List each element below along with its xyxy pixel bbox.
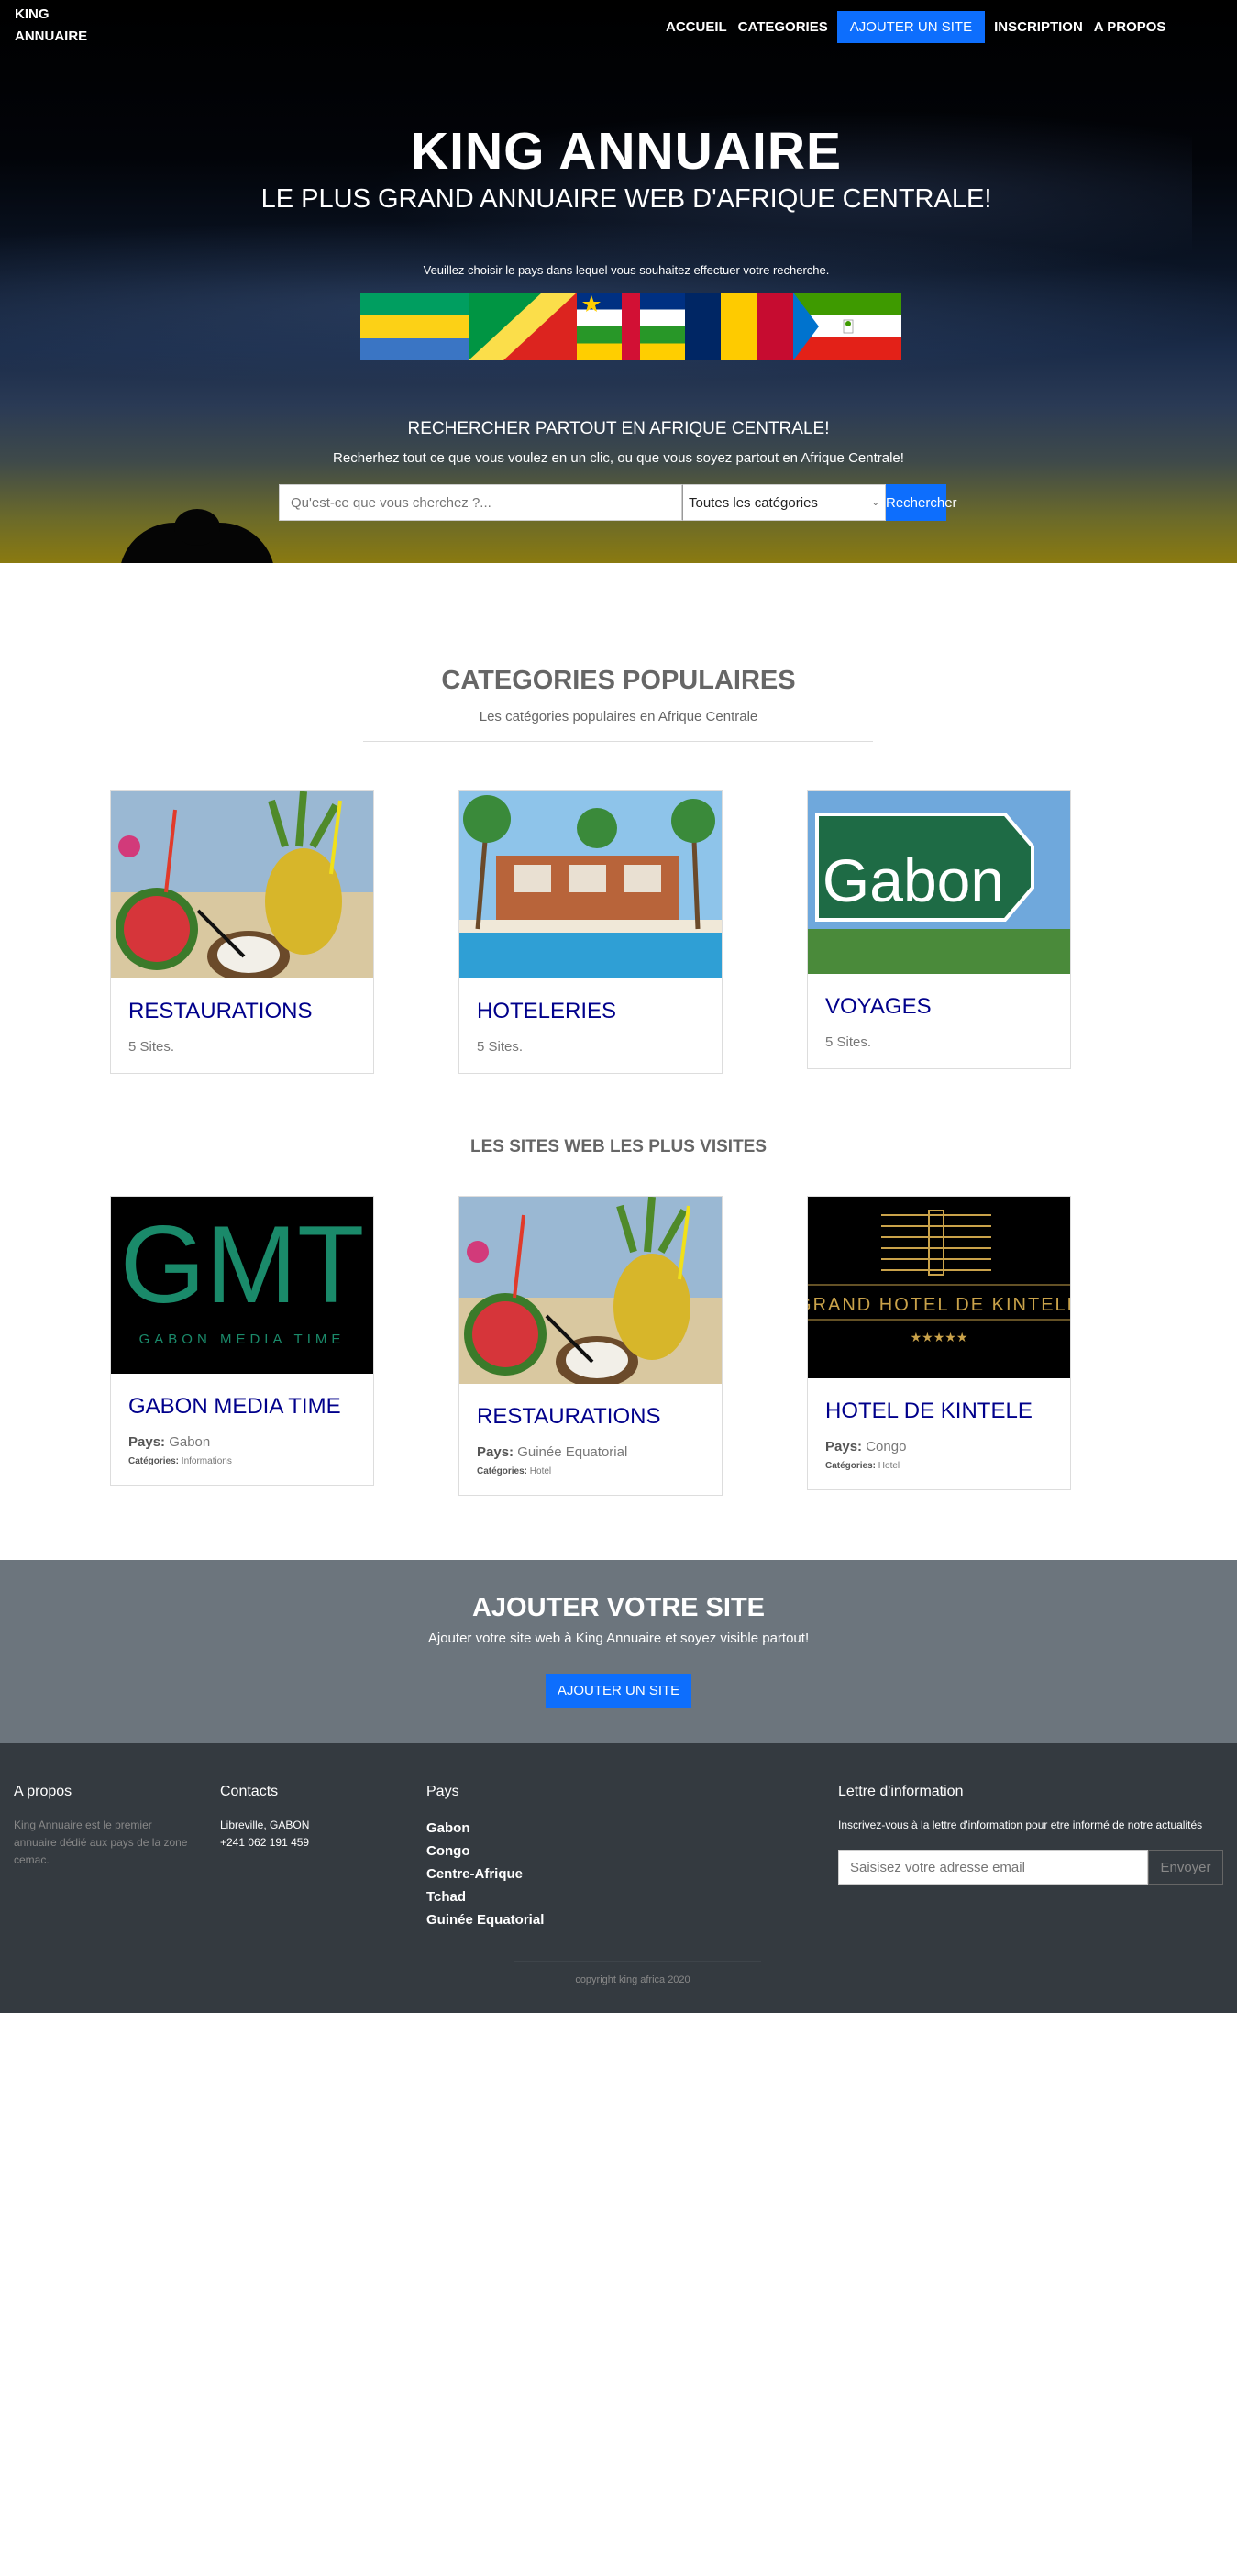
footer-about-title: A propos: [14, 1784, 72, 1799]
card-title[interactable]: RESTAURATIONS: [477, 1404, 704, 1430]
footer-about: A propos King Annuaire est le premier an…: [14, 1784, 188, 1869]
search-button[interactable]: Rechercher: [886, 484, 957, 521]
nav-categories[interactable]: CATEGORIES: [733, 12, 834, 42]
flag-tchad-icon[interactable]: [685, 293, 793, 360]
visits-title: LES SITES WEB LES PLUS VISITES: [469, 1137, 768, 1156]
footer-newsletter-text: Inscrivez-vous à la lettre d'information…: [838, 1819, 1203, 1831]
gmt-logo-image: GMT GABON MEDIA TIME: [111, 1197, 373, 1374]
nav-inscription[interactable]: INSCRIPTION: [988, 12, 1088, 42]
categories-subtitle: Les catégories populaires en Afrique Cen…: [479, 709, 758, 724]
gmt-logo-subtext: GABON MEDIA TIME: [139, 1332, 346, 1347]
footer-country-link[interactable]: Tchad: [426, 1885, 628, 1908]
footer-countries: Pays Gabon Congo Centre-Afrique Tchad Gu…: [426, 1784, 628, 1931]
site-card-hotel-de-kintele[interactable]: GRAND HOTEL DE KINTELE ★★★★★ HOTEL DE KI…: [807, 1196, 1071, 1490]
footer-newsletter-title: Lettre d'information: [838, 1784, 964, 1799]
add-site-section: AJOUTER VOTRE SITE Ajouter votre site we…: [0, 1560, 1237, 1743]
footer-address: Libreville, GABON: [220, 1819, 310, 1831]
search-bar: Toutes les catégories ⌄ Rechercher: [279, 484, 957, 521]
divider: [363, 741, 873, 742]
footer-phone: +241 062 191 459: [220, 1836, 310, 1849]
categories-title: CATEGORIES POPULAIRES: [441, 666, 796, 695]
footer: A propos King Annuaire est le premier an…: [0, 1743, 1237, 2013]
country-choose-text: Veuillez choisir le pays dans lequel vou…: [423, 263, 830, 277]
card-category: Catégories: Informations: [128, 1456, 232, 1466]
category-select-value: Toutes les catégories: [689, 494, 818, 511]
nav-accueil[interactable]: ACCUEIL: [660, 12, 733, 42]
nav-ajouter-site[interactable]: AJOUTER UN SITE: [836, 11, 986, 43]
footer-about-text: King Annuaire est le premier annuaire dé…: [14, 1819, 188, 1866]
card-count: 5 Sites.: [128, 1039, 175, 1055]
hero-subtitle: LE PLUS GRAND ANNUAIRE WEB D'AFRIQUE CEN…: [260, 184, 992, 214]
brand-logo[interactable]: KING ANNUAIRE: [15, 4, 97, 48]
add-site-title: AJOUTER VOTRE SITE: [471, 1593, 766, 1622]
restaurations-image: [459, 1197, 722, 1384]
voyages-sign-text: Gabon: [823, 846, 1004, 914]
site-card-restaurations[interactable]: RESTAURATIONS Pays: Guinée Equatorial Ca…: [458, 1196, 723, 1496]
hero-title: KING ANNUAIRE: [410, 122, 843, 181]
category-select[interactable]: Toutes les catégories ⌄: [682, 484, 886, 521]
card-country: Pays: Congo: [825, 1439, 907, 1454]
divider: [514, 1961, 761, 1962]
card-category: Catégories: Hotel: [477, 1466, 552, 1476]
footer-contacts-title: Contacts: [220, 1784, 279, 1799]
card-title[interactable]: VOYAGES: [825, 994, 1053, 1020]
footer-newsletter: Lettre d'information Inscrivez-vous à la…: [838, 1784, 1223, 1885]
restaurations-image: [111, 791, 373, 978]
card-count: 5 Sites.: [477, 1039, 524, 1055]
kintele-logo-image: GRAND HOTEL DE KINTELE ★★★★★: [808, 1197, 1070, 1378]
navbar: KING ANNUAIRE ACCUEIL CATEGORIES AJOUTER…: [0, 0, 1237, 55]
card-title[interactable]: RESTAURATIONS: [128, 999, 356, 1024]
send-button[interactable]: Envoyer: [1148, 1850, 1223, 1885]
country-flags: [360, 293, 901, 360]
copyright-text: copyright king africa 2020: [575, 1974, 690, 1985]
category-card-voyages[interactable]: Gabon VOYAGES 5 Sites.: [807, 790, 1071, 1069]
search-input[interactable]: [279, 484, 682, 521]
footer-country-link[interactable]: Guinée Equatorial: [426, 1908, 628, 1931]
card-country: Pays: Guinée Equatorial: [477, 1444, 628, 1460]
card-title[interactable]: GABON MEDIA TIME: [128, 1394, 356, 1420]
footer-contacts: Contacts Libreville, GABON +241 062 191 …: [220, 1784, 403, 1852]
footer-countries-title: Pays: [426, 1784, 459, 1799]
nav-menu: ACCUEIL CATEGORIES AJOUTER UN SITE INSCR…: [660, 11, 1171, 43]
card-count: 5 Sites.: [825, 1034, 872, 1050]
footer-country-link[interactable]: Centre-Afrique: [426, 1863, 628, 1885]
add-site-button[interactable]: AJOUTER UN SITE: [545, 1674, 692, 1708]
email-field[interactable]: [838, 1850, 1148, 1885]
tree-silhouette: [174, 509, 220, 546]
footer-country-link[interactable]: Gabon: [426, 1817, 628, 1840]
nav-a-propos[interactable]: A PROPOS: [1088, 12, 1172, 42]
search-subtitle: Recherhez tout ce que vous voulez en un …: [333, 450, 904, 466]
card-category: Catégories: Hotel: [825, 1461, 900, 1471]
flag-centre-afrique-icon[interactable]: [577, 293, 685, 360]
site-card-gabon-media-time[interactable]: GMT GABON MEDIA TIME GABON MEDIA TIME Pa…: [110, 1196, 374, 1486]
footer-country-link[interactable]: Congo: [426, 1840, 628, 1863]
kintele-stars: ★★★★★: [911, 1331, 968, 1345]
chevron-down-icon: ⌄: [871, 497, 879, 508]
card-title[interactable]: HOTEL DE KINTELE: [825, 1399, 1053, 1424]
flag-congo-icon[interactable]: [469, 293, 577, 360]
category-card-hoteleries[interactable]: HOTELERIES 5 Sites.: [458, 790, 723, 1074]
newsletter-form: Envoyer: [838, 1850, 1223, 1885]
gmt-logo-text: GMT: [120, 1203, 365, 1326]
hero-section: KING ANNUAIRE ACCUEIL CATEGORIES AJOUTER…: [0, 0, 1237, 563]
voyages-image: Gabon: [808, 791, 1070, 974]
add-site-text: Ajouter votre site web à King Annuaire e…: [427, 1631, 810, 1646]
kintele-logo-text: GRAND HOTEL DE KINTELE: [808, 1295, 1070, 1315]
hoteleries-image: [459, 791, 722, 978]
flag-guinee-equatorial-icon[interactable]: [793, 293, 901, 360]
search-title: RECHERCHER PARTOUT EN AFRIQUE CENTRALE!: [407, 419, 830, 438]
card-title[interactable]: HOTELERIES: [477, 999, 704, 1024]
category-card-restaurations[interactable]: RESTAURATIONS 5 Sites.: [110, 790, 374, 1074]
card-country: Pays: Gabon: [128, 1434, 211, 1450]
flag-gabon-icon[interactable]: [360, 293, 469, 360]
